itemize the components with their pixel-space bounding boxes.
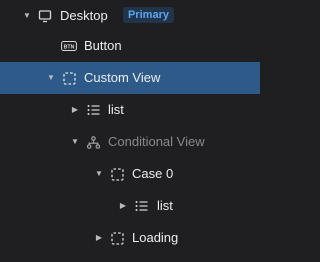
tree-item-label: Conditional View: [108, 134, 205, 149]
tree-item-case-0[interactable]: ▼ Case 0: [0, 158, 260, 190]
tree-item-label: Case 0: [132, 166, 174, 181]
tree-item-label: list: [157, 198, 173, 213]
tree-item-label: Button: [84, 38, 122, 53]
dashed-frame-icon: [61, 70, 77, 86]
tree-item-custom-view[interactable]: ▼ Custom View: [0, 62, 260, 94]
chevron-down-icon[interactable]: ▼: [22, 11, 32, 21]
tree-item-conditional-view[interactable]: ▼ Conditional View: [0, 126, 260, 158]
chevron-right-icon[interactable]: ▶: [70, 105, 80, 115]
chevron-down-icon[interactable]: ▼: [70, 137, 80, 147]
primary-badge: Primary: [123, 7, 174, 23]
tree-item-label: list: [108, 102, 124, 117]
branch-icon: [85, 134, 101, 150]
tree-item-label: Custom View: [84, 70, 161, 85]
chevron-right-icon[interactable]: ▶: [94, 233, 104, 243]
tree-item-button[interactable]: BTN Button: [0, 30, 260, 62]
button-component-icon: BTN: [61, 38, 77, 54]
chevron-down-icon[interactable]: ▼: [94, 169, 104, 179]
tree-item-list[interactable]: ▶ list: [0, 190, 260, 222]
dashed-frame-icon: [109, 230, 125, 246]
button-icon-text: BTN: [64, 44, 75, 50]
list-icon: [85, 102, 101, 118]
tree-item-label: Loading: [132, 230, 179, 245]
tree-item-desktop[interactable]: ▼ Desktop Primary: [0, 0, 260, 32]
layer-tree: ▼ Desktop Primary BTN Button ▼ Custom Vi…: [0, 0, 260, 262]
dashed-frame-icon: [109, 166, 125, 182]
tree-item-list[interactable]: ▶ list: [0, 94, 260, 126]
tree-item-loading[interactable]: ▶ Loading: [0, 222, 260, 254]
chevron-right-icon[interactable]: ▶: [118, 201, 128, 211]
monitor-icon: [37, 8, 53, 24]
tree-item-label: Desktop: [60, 8, 108, 23]
list-icon: [133, 198, 149, 214]
chevron-down-icon[interactable]: ▼: [46, 73, 56, 83]
